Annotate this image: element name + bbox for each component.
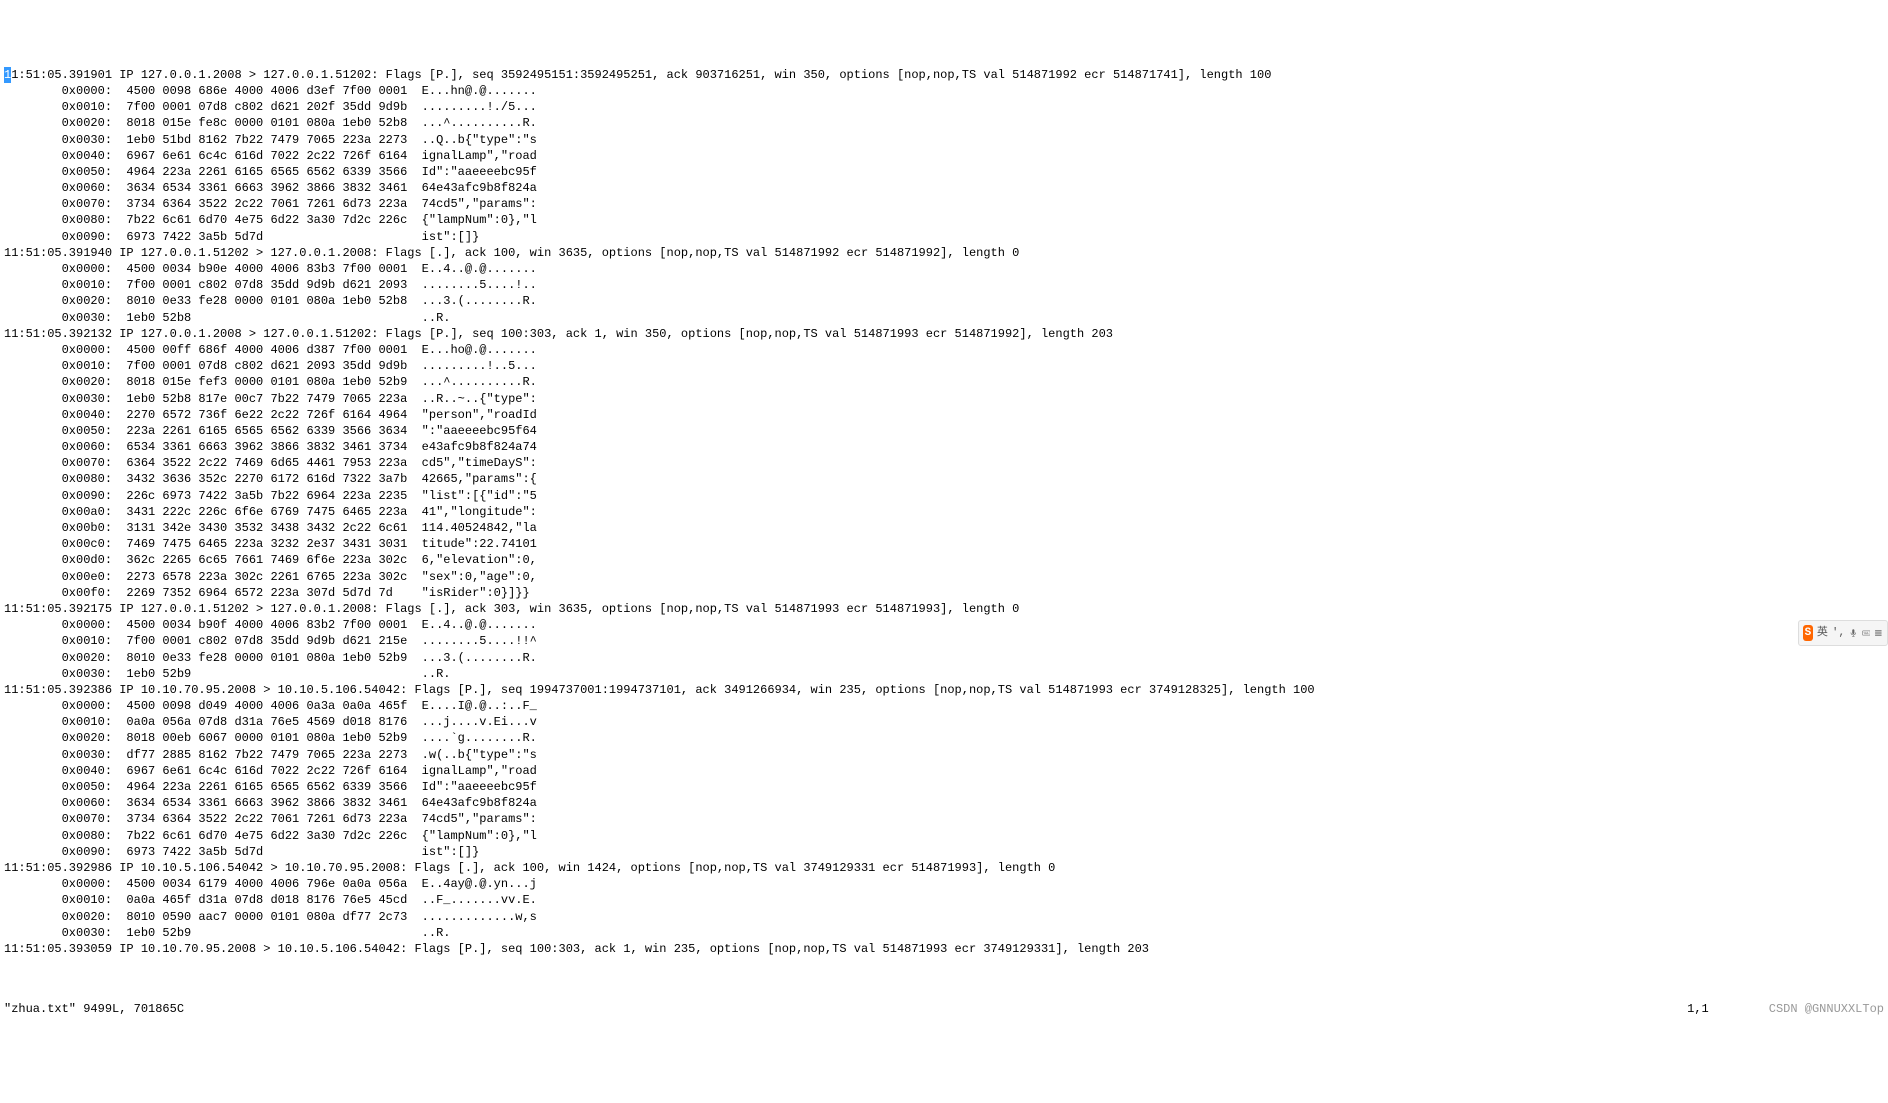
watermark: CSDN @GNNUXXLTop <box>1769 1001 1884 1017</box>
vim-file-status: "zhua.txt" 9499L, 701865C <box>4 1001 184 1017</box>
keyboard-icon[interactable] <box>1862 626 1871 640</box>
microphone-icon[interactable] <box>1849 626 1858 640</box>
tcpdump-output: 11:51:05.391901 IP 127.0.0.1.2008 > 127.… <box>4 67 1884 957</box>
vim-cursor: 1 <box>4 67 11 83</box>
ime-language[interactable]: 英 <box>1817 626 1828 641</box>
sogou-logo-icon[interactable]: S <box>1803 625 1813 641</box>
vim-status-bar: "zhua.txt" 9499L, 701865C 1,1 CSDN @GNNU… <box>4 1001 1884 1017</box>
ime-toolbar[interactable]: S 英 ', <box>1798 620 1888 646</box>
settings-icon[interactable] <box>1874 626 1883 640</box>
ime-punctuation[interactable]: ', <box>1832 626 1845 641</box>
vim-cursor-position: 1,1 <box>1687 1001 1709 1017</box>
